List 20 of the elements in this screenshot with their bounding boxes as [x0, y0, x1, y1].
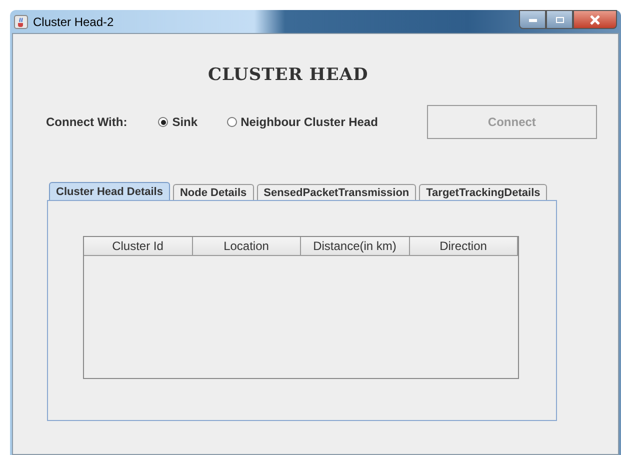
minimize-icon — [528, 16, 538, 22]
maximize-button[interactable] — [546, 10, 573, 29]
tab[interactable]: SensedPacketTransmission — [256, 184, 416, 200]
close-button[interactable] — [573, 10, 617, 29]
tab[interactable]: TargetTrackingDetails — [419, 184, 548, 200]
window-title: Cluster Head-2 — [33, 14, 114, 28]
column-header[interactable]: Distance(in km) — [301, 237, 410, 256]
tab[interactable]: Cluster Head Details — [49, 182, 170, 200]
radio-button[interactable]: Neighbour Cluster Head — [226, 115, 378, 129]
close-icon — [589, 14, 601, 24]
tab[interactable]: Node Details — [172, 184, 254, 200]
column-header[interactable]: Direction — [410, 237, 518, 256]
minimize-button[interactable] — [519, 10, 546, 29]
column-header[interactable]: Cluster Id — [84, 237, 192, 256]
radio-button[interactable]: Sink — [158, 115, 198, 129]
maximize-icon — [554, 16, 564, 24]
connect-with-label: Connect With: — [46, 115, 128, 129]
heading: CLUSTER HEAD — [208, 65, 368, 85]
column-header[interactable]: Location — [192, 237, 301, 256]
coffee-cup-icon — [14, 14, 28, 28]
